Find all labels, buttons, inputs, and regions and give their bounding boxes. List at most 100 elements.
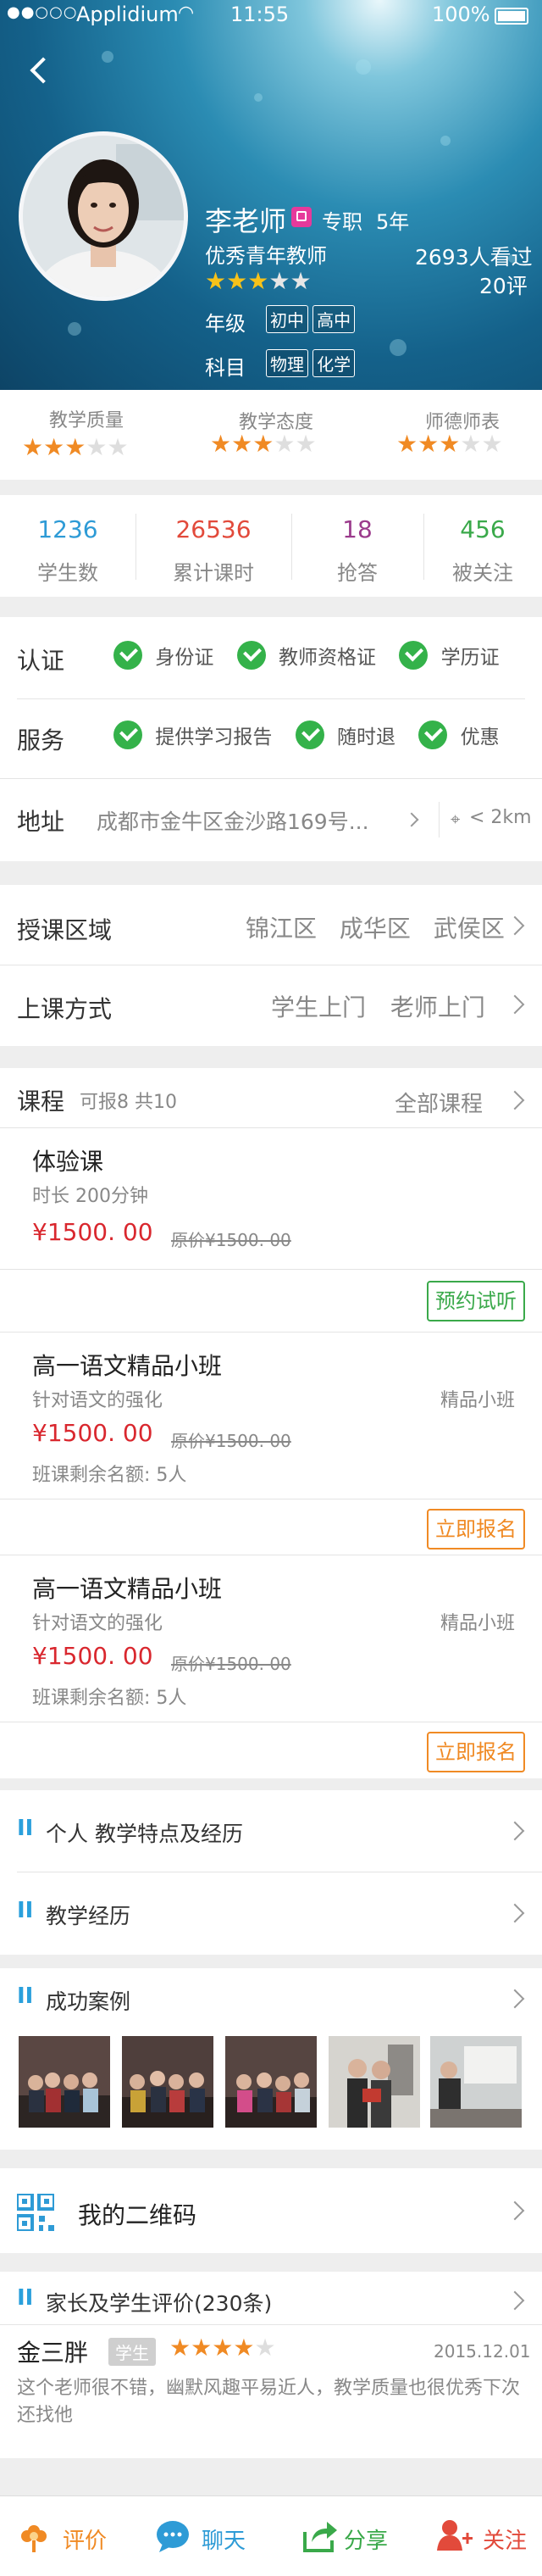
qrcode-row[interactable]: 我的二维码: [0, 2168, 542, 2253]
cert-item: 教师资格证: [278, 647, 376, 669]
comment-stars: ★★★★★: [169, 2336, 276, 2360]
cert-item: 学历证: [440, 647, 500, 669]
address-value: 成都市金牛区金沙路169号...: [97, 810, 369, 834]
area-row[interactable]: 授课区域 锦江区 成华区 武侯区: [0, 885, 542, 965]
info-panel: 认证 身份证 教师资格证 学历证 服务 提供学习报告 随时退 优惠 地址 成都市…: [0, 617, 542, 861]
about-panel: II 个人 教学特点及经历 II 教学经历: [0, 1790, 542, 1955]
case-photo[interactable]: [122, 2036, 213, 2128]
chevron-right-icon: [505, 1903, 525, 1923]
stat-label: 抢答: [337, 561, 378, 585]
cases-label: 成功案例: [46, 1989, 131, 2014]
course-price: ¥1500. 00: [32, 1419, 153, 1447]
area-list: 锦江区 成华区 武侯区: [246, 910, 505, 944]
case-photo[interactable]: [225, 2036, 317, 2128]
review-tab[interactable]: 评价: [0, 2496, 136, 2576]
chevron-right-icon: [505, 2200, 525, 2221]
back-button[interactable]: [25, 51, 59, 93]
add-user-icon: [437, 2520, 473, 2551]
ethics-stars: ★★★★★: [396, 432, 503, 456]
chevron-right-icon: [505, 1090, 525, 1110]
star-icon: ★: [64, 433, 86, 461]
case-photo[interactable]: [329, 2036, 420, 2128]
rating-label: 教学质量: [49, 410, 124, 431]
battery-label: 100%: [432, 3, 490, 26]
bottom-toolbar: 评价 聊天 分享 关注: [0, 2495, 542, 2576]
course-desc: 针对语文的强化: [32, 1613, 163, 1634]
enroll-button[interactable]: 立即报名: [427, 1732, 525, 1772]
course-name: 体验课: [32, 1148, 104, 1176]
enroll-button[interactable]: 立即报名: [427, 1509, 525, 1549]
case-photo[interactable]: [430, 2036, 522, 2128]
features-label: 个人 教学特点及经历: [46, 1822, 243, 1846]
address-row[interactable]: 地址 成都市金牛区金沙路169号... ⌖ < 2km: [0, 778, 542, 861]
class-course-card[interactable]: 高一语文精品小班 针对语文的强化 精品小班 ¥1500. 00 原价¥1500.…: [0, 1555, 542, 1778]
star-icon: ★: [268, 267, 290, 295]
course-remaining: 班课剩余名额: 5人: [32, 1688, 187, 1709]
case-photo[interactable]: [19, 2036, 110, 2128]
follow-tab-label: 关注: [483, 2529, 528, 2554]
group-photo-image: [122, 2036, 213, 2128]
area-item: 成华区: [339, 915, 411, 943]
avatar[interactable]: [19, 131, 188, 301]
star-icon: ★: [191, 2334, 213, 2362]
course-name: 高一语文精品小班: [32, 1575, 223, 1603]
check-icon: [236, 641, 266, 670]
chat-tab-label: 聊天: [202, 2529, 246, 2554]
experience-row[interactable]: II 教学经历: [0, 1872, 542, 1955]
comments-header[interactable]: II 家长及学生评价(230条): [0, 2272, 542, 2324]
flower-icon: [21, 2525, 47, 2552]
share-tab[interactable]: 分享: [271, 2496, 406, 2576]
verified-badge-icon: [291, 207, 312, 227]
comment-text: 这个老师很不错，幽默风趣平易近人，教学质量也很优秀下次还找他: [17, 2378, 521, 2426]
section-marker-icon: II: [17, 1983, 34, 2009]
star-icon: ★: [290, 267, 312, 295]
features-row[interactable]: II 个人 教学特点及经历: [0, 1790, 542, 1872]
star-icon: ★: [481, 430, 503, 458]
check-icon: [418, 721, 448, 749]
star-icon: ★: [169, 2334, 191, 2362]
subject-tag: 化学: [312, 349, 356, 377]
mode-row[interactable]: 上课方式 学生上门 老师上门: [0, 965, 542, 1046]
subject-label: 科目: [205, 356, 246, 380]
cases-header[interactable]: II 成功案例: [0, 1968, 542, 2024]
grade-tag: 初中: [266, 305, 308, 333]
star-icon: ★: [43, 433, 65, 461]
review-count: 20评: [479, 274, 528, 298]
course-duration: 时长 200分钟: [32, 1186, 148, 1207]
stat-value: 1236: [37, 515, 98, 543]
course-price: ¥1500. 00: [32, 1642, 153, 1670]
stat-value: 18: [342, 515, 373, 543]
stat-label: 累计课时: [173, 561, 254, 585]
back-arrow-icon: [30, 57, 57, 84]
cert-item: 身份证: [155, 647, 214, 669]
star-icon: ★: [210, 430, 232, 458]
area-label: 授课区域: [17, 916, 113, 944]
qrcode-label: 我的二维码: [78, 2201, 197, 2229]
teacher-photo: [23, 136, 184, 297]
chevron-right-icon: [505, 994, 525, 1015]
chat-tab[interactable]: 聊天: [136, 2496, 271, 2576]
check-icon: [399, 641, 429, 670]
trial-course-card[interactable]: 体验课 时长 200分钟 ¥1500. 00 原价¥1500. 00 预约试听: [0, 1128, 542, 1328]
chat-icon: [157, 2521, 189, 2552]
distance-label: < 2km: [469, 807, 532, 828]
star-icon: ★: [418, 430, 440, 458]
grade-tag: 高中: [312, 305, 356, 333]
courses-header[interactable]: 课程 可报8 共10 全部课程: [0, 1068, 542, 1127]
course-remaining: 班课剩余名额: 5人: [32, 1465, 187, 1486]
class-course-card[interactable]: 高一语文精品小班 针对语文的强化 精品小班 ¥1500. 00 原价¥1500.…: [0, 1333, 542, 1555]
comment-date: 2015.12.01: [434, 2341, 531, 2362]
book-trial-button[interactable]: 预约试听: [427, 1281, 525, 1321]
cert-list: 身份证 教师资格证 学历证: [113, 641, 500, 670]
mode-list: 学生上门 老师上门: [271, 989, 485, 1023]
stat-value: 456: [460, 515, 506, 543]
check-icon: [113, 721, 142, 749]
stats-panel: 1236 学生数 26536 累计课时 18 抢答 456 被关注: [0, 495, 542, 597]
teacher-title: 优秀青年教师: [205, 244, 327, 268]
service-item: 随时退: [336, 726, 395, 748]
comment-role-badge: 学生: [108, 2338, 156, 2366]
pin-icon: ⌖: [451, 809, 461, 829]
star-icon: ★: [460, 430, 482, 458]
share-icon: [303, 2522, 337, 2552]
follow-tab[interactable]: 关注: [406, 2496, 542, 2576]
